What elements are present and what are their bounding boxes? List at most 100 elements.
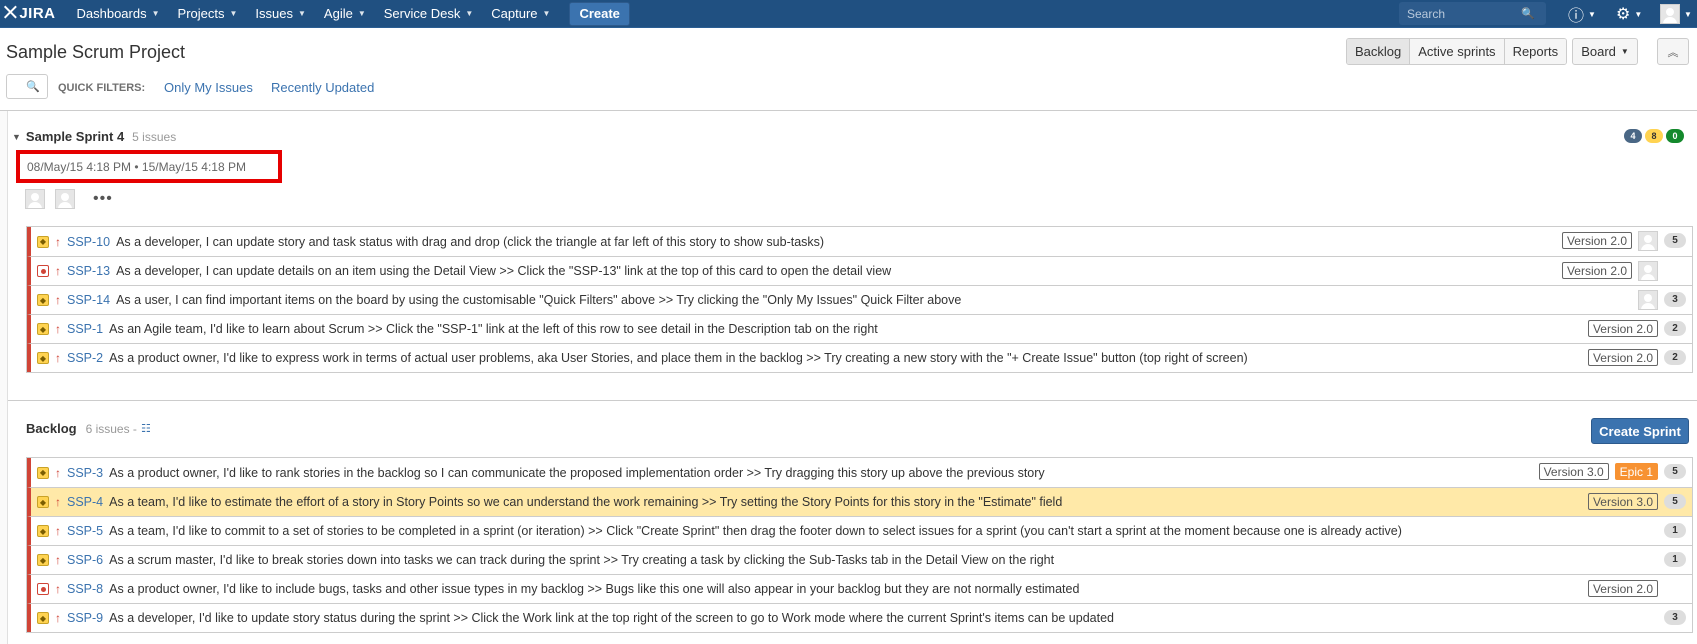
issue-row[interactable]: ↑ SSP-8 As a product owner, I'd like to in…	[27, 574, 1692, 603]
issue-key-link[interactable]: SSP-4	[67, 495, 103, 509]
tab-backlog[interactable]: Backlog	[1347, 39, 1410, 64]
tab-active-sprints[interactable]: Active sprints	[1409, 39, 1504, 64]
issue-key-link[interactable]: SSP-1	[67, 322, 103, 336]
jira-logo[interactable]: ⨉ JIRA	[0, 0, 68, 28]
issue-key-link[interactable]: SSP-14	[67, 293, 110, 307]
search-input[interactable]	[1399, 6, 1519, 21]
story-points-badge: 1	[1664, 552, 1686, 567]
status-badge-todo: 4	[1624, 129, 1642, 143]
search-icon[interactable]: 🔍	[1521, 7, 1535, 20]
story-icon: ◆	[37, 323, 49, 335]
issue-row[interactable]: ◆ ↑ SSP-5 As a team, I'd like to commit to …	[27, 516, 1692, 545]
chevron-up-double-icon: ︽	[1667, 46, 1679, 59]
issue-key-link[interactable]: SSP-6	[67, 553, 103, 567]
epic-label[interactable]: Epic 1	[1614, 463, 1658, 480]
story-points-badge: 5	[1664, 233, 1686, 248]
issue-key-link[interactable]: SSP-10	[67, 235, 110, 249]
issue-row-meta: Version 2.0	[1587, 575, 1686, 602]
nav-label: Capture	[491, 6, 538, 21]
help-menu[interactable]: ⓘ ▼	[1568, 0, 1596, 28]
chevron-down-icon: ▼	[298, 9, 306, 18]
filter-search-input[interactable]: 🔍	[6, 74, 48, 99]
board-menu-button[interactable]: Board ▼	[1572, 38, 1638, 65]
issue-summary: As a product owner, I'd like to rank sto…	[109, 465, 1045, 480]
issue-key-link[interactable]: SSP-8	[67, 582, 103, 596]
tab-reports[interactable]: Reports	[1503, 39, 1567, 64]
fix-version-label: Version 2.0	[1587, 349, 1658, 366]
chevron-down-icon: ▼	[465, 9, 474, 18]
priority-arrow-up-icon: ↑	[55, 524, 61, 538]
issue-row[interactable]: ◆ ↑ SSP-1 As an Agile team, I'd like to lea…	[27, 314, 1692, 343]
quick-filter-only-my-issues[interactable]: Only My Issues	[164, 80, 253, 95]
issue-summary: As a developer, I'd like to update story…	[109, 611, 1114, 625]
quick-filter-recently-updated[interactable]: Recently Updated	[271, 80, 374, 95]
priority-arrow-up-icon: ↑	[55, 322, 61, 336]
issue-summary: As a developer, I can update story and t…	[116, 234, 825, 249]
settings-menu[interactable]: ⚙ ▼	[1616, 0, 1642, 28]
header-divider	[0, 110, 1697, 111]
issue-row-meta: Version 3.0 5	[1587, 488, 1686, 515]
issue-key-link[interactable]: SSP-2	[67, 351, 103, 365]
assignee-avatar[interactable]	[55, 189, 75, 209]
assignee-avatar[interactable]	[25, 189, 45, 209]
issue-row-meta: Version 2.0	[1561, 257, 1686, 284]
issue-key-link[interactable]: SSP-9	[67, 611, 103, 625]
user-profile-menu[interactable]: ▼	[1660, 0, 1692, 28]
nav-label: Issues	[255, 6, 293, 21]
issue-summary: As an Agile team, I'd like to learn abou…	[109, 322, 878, 336]
nav-projects[interactable]: Projects ▼	[169, 0, 247, 28]
left-panel-strip[interactable]	[0, 111, 8, 644]
assignee-avatar	[1638, 289, 1658, 310]
chevron-down-icon: ▼	[229, 9, 238, 18]
issue-summary: As a team, I'd like to estimate the effo…	[109, 495, 1063, 509]
create-issue-button[interactable]: Create	[569, 1, 630, 26]
more-options-icon[interactable]: •••	[93, 190, 113, 208]
create-sprint-button[interactable]: Create Sprint	[1591, 418, 1689, 444]
nav-issues[interactable]: Issues ▼	[246, 0, 315, 28]
issue-row[interactable]: ◆ ↑ SSP-4 As a team, I'd like to estimate t…	[27, 487, 1692, 516]
sprint-status-badges: 4 8 0	[1624, 129, 1684, 143]
issue-row[interactable]: ◆ ↑ SSP-2 As a product owner, I'd like to e…	[27, 343, 1692, 372]
nav-agile[interactable]: Agile ▼	[315, 0, 375, 28]
nav-capture[interactable]: Capture ▼	[482, 0, 559, 28]
list-view-icon[interactable]: ☷	[141, 422, 151, 435]
story-points-badge: 5	[1664, 494, 1686, 509]
fix-version-label: Version 2.0	[1561, 262, 1632, 279]
priority-arrow-up-icon: ↑	[55, 465, 61, 480]
status-badge-in-progress: 8	[1645, 129, 1663, 143]
board-label: Board	[1581, 44, 1616, 59]
nav-service-desk[interactable]: Service Desk ▼	[375, 0, 483, 28]
issue-row[interactable]: ◆ ↑ SSP-3 As a product owner, I'd like to r…	[27, 458, 1692, 487]
issue-row[interactable]: ◆ ↑ SSP-10 As a developer, I can update sto…	[27, 227, 1692, 256]
user-avatar	[1660, 4, 1680, 24]
issue-key-link[interactable]: SSP-5	[67, 524, 103, 538]
issue-row[interactable]: ↑ SSP-13 As a developer, I can update deta…	[27, 256, 1692, 285]
issue-row[interactable]: ◆ ↑ SSP-9 As a developer, I'd like to updat…	[27, 603, 1692, 632]
issue-row[interactable]: ◆ ↑ SSP-6 As a scrum master, I'd like to br…	[27, 545, 1692, 574]
bug-icon	[37, 583, 49, 595]
nav-label: Dashboards	[76, 6, 147, 21]
global-search: 🔍	[1399, 2, 1546, 25]
section-divider	[8, 400, 1697, 401]
story-icon: ◆	[37, 612, 49, 624]
assignee-avatar	[1638, 260, 1658, 281]
sprint-dates: 08/May/15 4:18 PM • 15/May/15 4:18 PM	[16, 150, 282, 183]
backlog-title: Backlog	[26, 421, 77, 436]
priority-arrow-up-icon: ↑	[55, 351, 61, 365]
issue-row-meta: Version 2.0 2	[1587, 344, 1686, 371]
issue-row[interactable]: ◆ ↑ SSP-14 As a user, I can find important …	[27, 285, 1692, 314]
priority-arrow-up-icon: ↑	[55, 264, 61, 278]
sprint-header[interactable]: ▼ Sample Sprint 4 5 issues	[12, 129, 176, 144]
chevron-down-icon: ▼	[1620, 47, 1629, 56]
fix-version-label: Version 2.0	[1587, 580, 1658, 597]
issue-summary: As a developer, I can update details on …	[116, 264, 892, 278]
issue-key-link[interactable]: SSP-13	[67, 264, 110, 278]
issue-key-link[interactable]: SSP-3	[67, 466, 103, 480]
backlog-issue-list: ◆ ↑ SSP-3 As a product owner, I'd like to r…	[26, 457, 1693, 633]
story-points-badge: 3	[1664, 292, 1686, 307]
view-switcher: Backlog Active sprints Reports	[1346, 38, 1568, 65]
priority-arrow-up-icon: ↑	[55, 553, 61, 567]
chevron-down-icon[interactable]: ▼	[12, 132, 21, 142]
nav-dashboards[interactable]: Dashboards ▼	[68, 0, 169, 28]
collapse-header-button[interactable]: ︽	[1657, 38, 1689, 65]
